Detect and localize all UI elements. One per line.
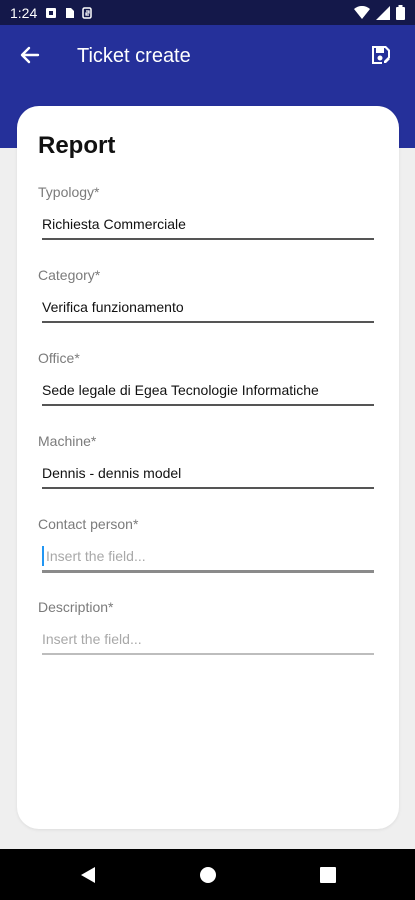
contact-person-field[interactable]: Contact person* [38, 516, 375, 573]
category-underline [42, 321, 374, 323]
text-cursor [42, 546, 44, 566]
category-field[interactable]: Category* Verifica funzionamento [38, 267, 375, 323]
recents-square-icon [319, 866, 336, 883]
nav-back-button[interactable] [76, 863, 100, 887]
machine-underline [42, 487, 374, 489]
battery-icon [396, 5, 405, 20]
typology-value[interactable]: Richiesta Commerciale [42, 214, 372, 234]
report-heading: Report [38, 132, 116, 159]
notification-icon [46, 7, 57, 18]
nav-home-button[interactable] [196, 863, 220, 887]
contact-person-label: Contact person* [38, 516, 139, 532]
typology-label: Typology* [38, 184, 100, 200]
status-time: 1:24 [10, 4, 38, 21]
report-card: Report Typology* Richiesta Commerciale C… [17, 106, 399, 829]
typology-field[interactable]: Typology* Richiesta Commerciale [38, 184, 375, 240]
office-value[interactable]: Sede legale di Egea Tecnologie Informati… [42, 380, 372, 400]
category-label: Category* [38, 267, 101, 283]
sync-icon [82, 6, 92, 19]
arrow-back-icon [20, 46, 40, 64]
machine-field[interactable]: Machine* Dennis - dennis model [38, 433, 375, 489]
home-circle-icon [199, 866, 216, 883]
nav-recents-button[interactable] [316, 863, 340, 887]
save-button[interactable] [367, 41, 395, 69]
cellular-icon [376, 5, 390, 20]
typology-underline [42, 238, 374, 240]
description-label: Description* [38, 599, 114, 615]
office-field[interactable]: Office* Sede legale di Egea Tecnologie I… [38, 350, 375, 406]
sd-card-icon [66, 7, 75, 18]
wifi-icon [354, 5, 370, 19]
system-nav-bar [0, 849, 415, 900]
description-input[interactable] [42, 629, 372, 649]
office-label: Office* [38, 350, 80, 366]
back-button[interactable] [16, 41, 44, 69]
contact-person-input[interactable] [42, 546, 372, 566]
save-icon [372, 46, 390, 64]
category-value[interactable]: Verifica funzionamento [42, 297, 372, 317]
machine-value[interactable]: Dennis - dennis model [42, 463, 372, 483]
machine-label: Machine* [38, 433, 97, 449]
page-title: Ticket create [77, 45, 191, 67]
description-field[interactable]: Description* [38, 599, 375, 655]
contact-person-underline [42, 570, 374, 573]
back-triangle-icon [80, 866, 95, 883]
description-underline [42, 653, 374, 655]
office-underline [42, 404, 374, 406]
status-bar: 1:24 [0, 0, 415, 25]
